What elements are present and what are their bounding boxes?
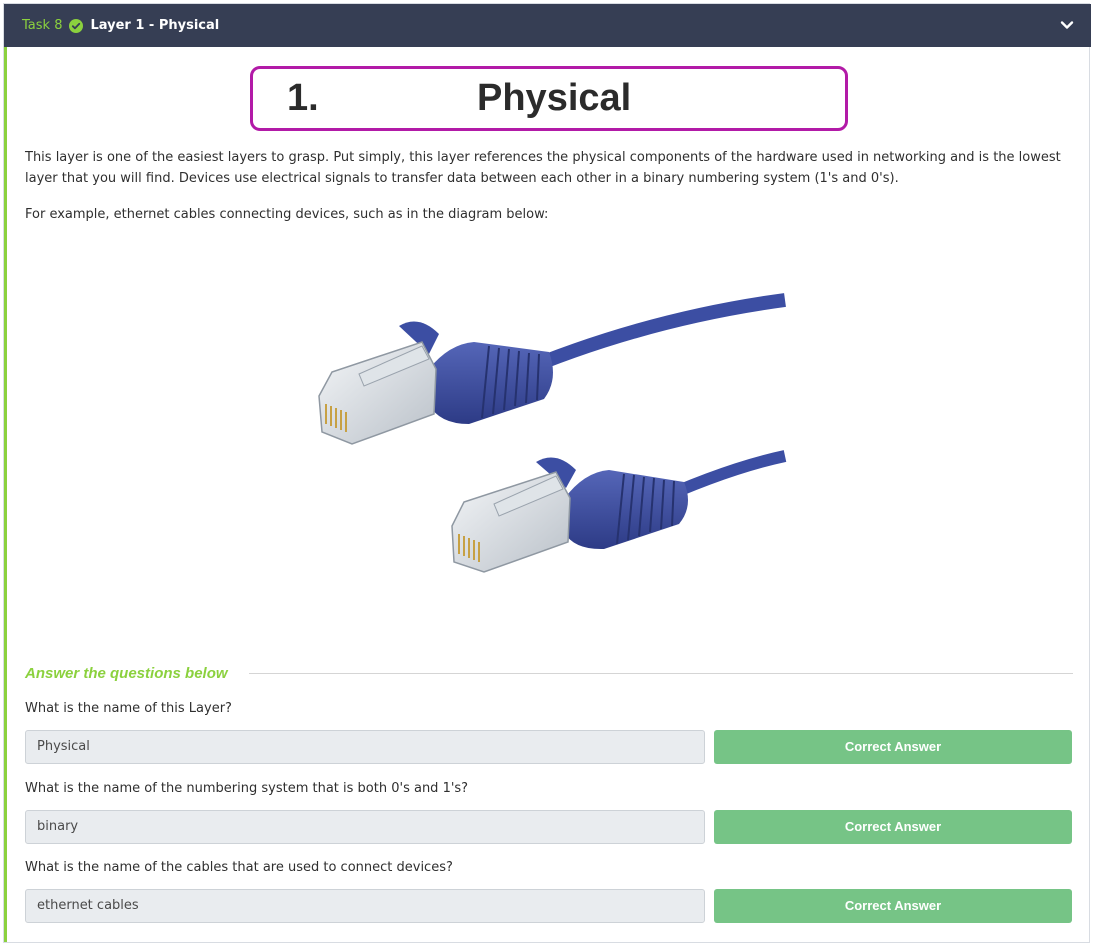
task-accent-bar: [4, 47, 7, 942]
layer-title-banner: 1. Physical: [250, 66, 848, 131]
task-number: Task 8: [22, 18, 63, 33]
intro-line-1: This layer is one of the easiest layers …: [25, 150, 1061, 165]
check-circle-icon: [69, 18, 84, 33]
question-2-answer-input[interactable]: binary: [25, 810, 705, 844]
task-header[interactable]: Task 8 Layer 1 - Physical: [4, 4, 1091, 47]
example-paragraph: For example, ethernet cables connecting …: [25, 207, 549, 222]
question-3-submit-button[interactable]: Correct Answer: [714, 889, 1072, 923]
banner-number: 1.: [287, 77, 319, 119]
intro-line-2: layer that you will find. Devices use el…: [25, 171, 899, 186]
question-1-answer-input[interactable]: Physical: [25, 730, 705, 764]
question-1-text: What is the name of this Layer?: [25, 701, 232, 716]
intro-paragraph: This layer is one of the easiest layers …: [25, 147, 1065, 189]
banner-title: Physical: [477, 77, 632, 119]
task-title: Layer 1 - Physical: [90, 18, 220, 33]
questions-heading: Answer the questions below: [25, 665, 228, 682]
question-3-text: What is the name of the cables that are …: [25, 860, 453, 875]
question-2-text: What is the name of the numbering system…: [25, 781, 469, 796]
question-2-submit-button[interactable]: Correct Answer: [714, 810, 1072, 844]
question-1-submit-button[interactable]: Correct Answer: [714, 730, 1072, 764]
section-divider: [249, 673, 1073, 674]
question-3-answer-input[interactable]: ethernet cables: [25, 889, 705, 923]
ethernet-cables-image: [318, 293, 787, 573]
chevron-down-icon[interactable]: [1059, 17, 1075, 33]
task-card: Task 8 Layer 1 - Physical 1. Physical Th…: [3, 3, 1091, 943]
